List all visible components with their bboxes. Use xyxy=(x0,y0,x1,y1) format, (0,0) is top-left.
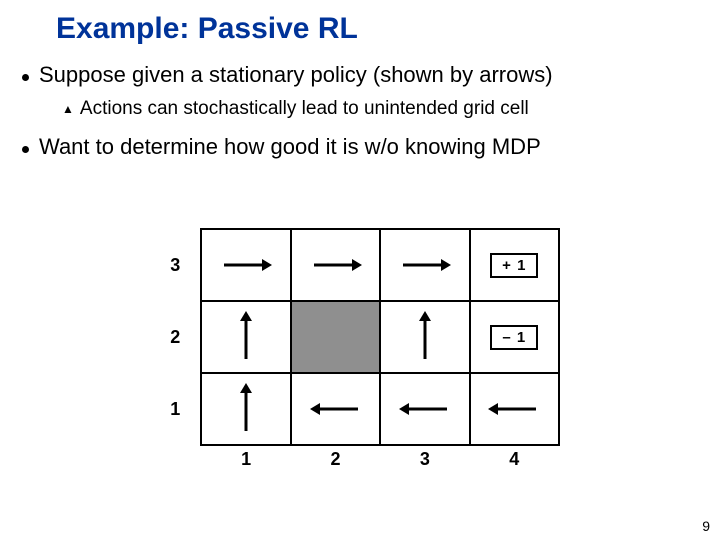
col-label-2: 2 xyxy=(291,445,380,472)
grid-row-3: 3 + 1 xyxy=(160,229,559,301)
bullet-2: Want to determine how good it is w/o kno… xyxy=(22,134,541,160)
bullet-2-text: Want to determine how good it is w/o kno… xyxy=(39,134,541,160)
col-label-spacer xyxy=(160,445,201,472)
arrow-up-icon xyxy=(415,311,435,363)
cell-1-1 xyxy=(201,373,290,445)
arrow-up-icon xyxy=(236,311,256,363)
bullet-1-sub: ▲ Actions can stochastically lead to uni… xyxy=(62,98,529,120)
gridworld: 3 + 1 2 – 1 xyxy=(160,228,560,472)
bullet-1: Suppose given a stationary policy (shown… xyxy=(22,62,553,88)
arrow-left-icon xyxy=(399,399,451,419)
bullet-dot-icon xyxy=(22,146,29,153)
cell-3-1 xyxy=(201,229,290,301)
grid-row-2: 2 – 1 xyxy=(160,301,559,373)
grid-row-1: 1 xyxy=(160,373,559,445)
row-label-2: 2 xyxy=(160,301,201,373)
row-label-1: 1 xyxy=(160,373,201,445)
reward-minus-one: – 1 xyxy=(490,325,538,350)
arrow-right-icon xyxy=(310,255,362,275)
cell-3-3 xyxy=(380,229,469,301)
arrow-up-icon xyxy=(236,383,256,435)
cell-3-4: + 1 xyxy=(470,229,559,301)
arrow-right-icon xyxy=(220,255,272,275)
col-label-1: 1 xyxy=(201,445,290,472)
cell-1-4 xyxy=(470,373,559,445)
bullet-1-sub-text: Actions can stochastically lead to unint… xyxy=(80,98,529,120)
col-label-3: 3 xyxy=(380,445,469,472)
col-label-4: 4 xyxy=(470,445,559,472)
slide-title: Example: Passive RL xyxy=(56,12,358,46)
page-number: 9 xyxy=(702,518,710,534)
cell-1-2 xyxy=(291,373,380,445)
cell-3-2 xyxy=(291,229,380,301)
row-label-3: 3 xyxy=(160,229,201,301)
arrow-left-icon xyxy=(310,399,362,419)
triangle-up-icon: ▲ xyxy=(62,102,74,116)
cell-2-4: – 1 xyxy=(470,301,559,373)
cell-2-2-obstacle xyxy=(291,301,380,373)
grid-col-labels: 1 2 3 4 xyxy=(160,445,559,472)
grid-table: 3 + 1 2 – 1 xyxy=(160,228,560,472)
bullet-dot-icon xyxy=(22,74,29,81)
arrow-left-icon xyxy=(488,399,540,419)
cell-2-3 xyxy=(380,301,469,373)
bullet-1-text: Suppose given a stationary policy (shown… xyxy=(39,62,553,88)
arrow-right-icon xyxy=(399,255,451,275)
reward-plus-one: + 1 xyxy=(490,253,538,278)
cell-2-1 xyxy=(201,301,290,373)
cell-1-3 xyxy=(380,373,469,445)
